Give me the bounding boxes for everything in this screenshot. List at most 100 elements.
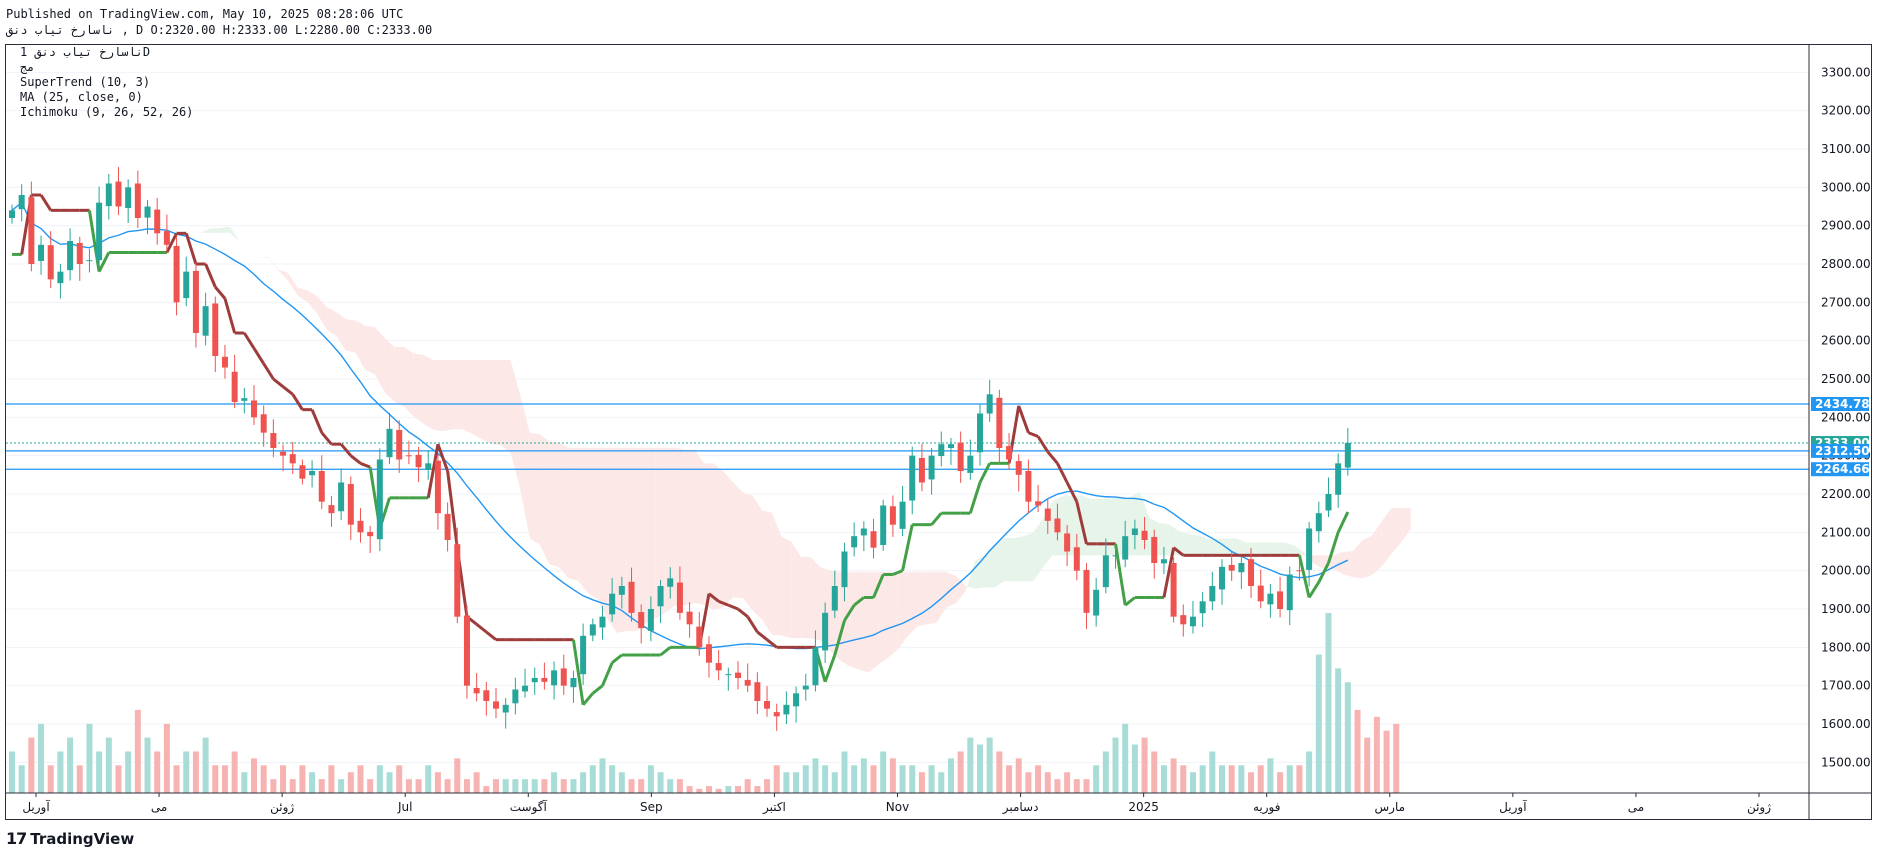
- candle-body: [793, 693, 800, 707]
- volume-bar: [473, 772, 480, 793]
- candle-body: [686, 611, 693, 625]
- supertrend-segment: [39, 194, 52, 212]
- tradingview-logo[interactable]: 17 TradingView: [6, 829, 134, 848]
- supertrend-segment: [1017, 405, 1030, 434]
- candle-body: [338, 482, 345, 512]
- cloud-segment: [762, 510, 772, 635]
- candle-body: [86, 260, 93, 262]
- candle-body: [1267, 593, 1274, 605]
- chart-frame[interactable]: 1500.00 1600.00 1700.00 1800.00 1900.00 2000.…: [5, 44, 1872, 820]
- volume-bar: [96, 751, 103, 793]
- cloud-segment: [1362, 535, 1373, 579]
- volume-bar: [1267, 758, 1274, 793]
- volume-bar: [580, 772, 587, 793]
- volume-bar: [725, 786, 732, 793]
- supertrend-segment: [204, 263, 217, 288]
- cloud-segment: [413, 353, 424, 424]
- volume-bar: [522, 779, 529, 793]
- candle-body: [212, 303, 219, 356]
- candle-body: [870, 531, 877, 548]
- volume-bar: [1131, 744, 1138, 793]
- legend-ma[interactable]: MA (25, close, 0): [20, 90, 143, 104]
- price-tick-label: 3100.00: [1821, 142, 1871, 156]
- candle: [522, 668, 529, 698]
- candle-body: [231, 371, 238, 402]
- volume-bar: [57, 751, 64, 793]
- candle-body: [125, 187, 132, 209]
- candle: [1083, 563, 1090, 629]
- candle-body: [696, 626, 703, 648]
- cloud-segment: [1381, 508, 1392, 567]
- legend-ichimoku[interactable]: Ichimoku (9, 26, 52, 26): [20, 105, 193, 119]
- cloud-segment: [742, 492, 753, 611]
- candle: [1315, 501, 1322, 543]
- volume-bar: [1102, 751, 1109, 793]
- price-chart[interactable]: 1500.00 1600.00 1700.00 1800.00 1900.00 2000.…: [6, 45, 1871, 819]
- volume-bar: [1093, 765, 1100, 793]
- cloud-segment: [345, 319, 356, 353]
- volume-bar: [173, 765, 180, 793]
- candle-body: [309, 471, 316, 476]
- candle-body: [434, 460, 441, 514]
- cloud-segment: [442, 360, 453, 432]
- candle-body: [1112, 555, 1119, 557]
- volume-bar: [1006, 765, 1013, 793]
- price-tick-label: 1600.00: [1821, 717, 1871, 731]
- candle-body: [415, 454, 422, 468]
- price-tick-label: 3000.00: [1821, 180, 1871, 194]
- candle-body: [851, 536, 858, 548]
- candle: [1335, 453, 1342, 508]
- volume-bar: [880, 751, 887, 793]
- volume-bar: [212, 765, 219, 793]
- candle: [115, 167, 122, 215]
- candle-body: [405, 455, 412, 457]
- cloud-segment: [704, 463, 714, 610]
- candle: [473, 673, 480, 702]
- volume-bar: [657, 772, 664, 793]
- supertrend-segment: [252, 347, 265, 365]
- price-tick-label: 2500.00: [1821, 372, 1871, 386]
- candle-body: [493, 701, 499, 709]
- candle-body: [367, 531, 374, 537]
- candle-body: [551, 670, 558, 686]
- candle-body: [676, 582, 683, 613]
- candle-body: [1277, 591, 1284, 609]
- cloud-segment: [336, 312, 346, 351]
- legend-supertrend[interactable]: SuperTrend (10, 3): [20, 75, 150, 89]
- candle: [754, 672, 761, 715]
- volume-bar: [1286, 765, 1293, 793]
- candle-body: [115, 181, 122, 207]
- volume-bar: [1054, 779, 1061, 793]
- candle: [889, 495, 896, 537]
- volume-bar: [1315, 654, 1322, 793]
- candle-body: [299, 465, 306, 479]
- candle-body: [280, 451, 287, 456]
- cloud-segment: [1352, 540, 1363, 579]
- candle-body: [76, 242, 83, 264]
- volume-bar: [125, 751, 132, 793]
- cloud-segment: [549, 441, 559, 568]
- supertrend-segment: [359, 461, 371, 469]
- volume-bar: [551, 772, 558, 793]
- volume-bar: [705, 786, 712, 793]
- candle: [434, 454, 441, 530]
- volume-bar: [899, 765, 906, 793]
- candle: [241, 387, 248, 414]
- volume-bar: [676, 779, 683, 793]
- cloud-segment: [200, 228, 211, 233]
- price-tick-label: 2200.00: [1821, 487, 1871, 501]
- volume-bar: [415, 779, 422, 793]
- candle: [376, 448, 383, 552]
- cloud-segment: [452, 360, 463, 430]
- cloud-segment: [917, 571, 927, 627]
- volume-bar: [202, 737, 209, 793]
- candle: [386, 412, 393, 465]
- volume-bar: [1160, 765, 1167, 793]
- candle: [280, 444, 287, 472]
- candle: [396, 420, 403, 473]
- volume-bar: [715, 788, 722, 793]
- candle-body: [241, 398, 248, 401]
- candle: [309, 460, 316, 488]
- legend-symbol[interactable]: ناسارخ تیاب دنق 1D: [20, 45, 150, 59]
- volume-bar: [802, 765, 809, 793]
